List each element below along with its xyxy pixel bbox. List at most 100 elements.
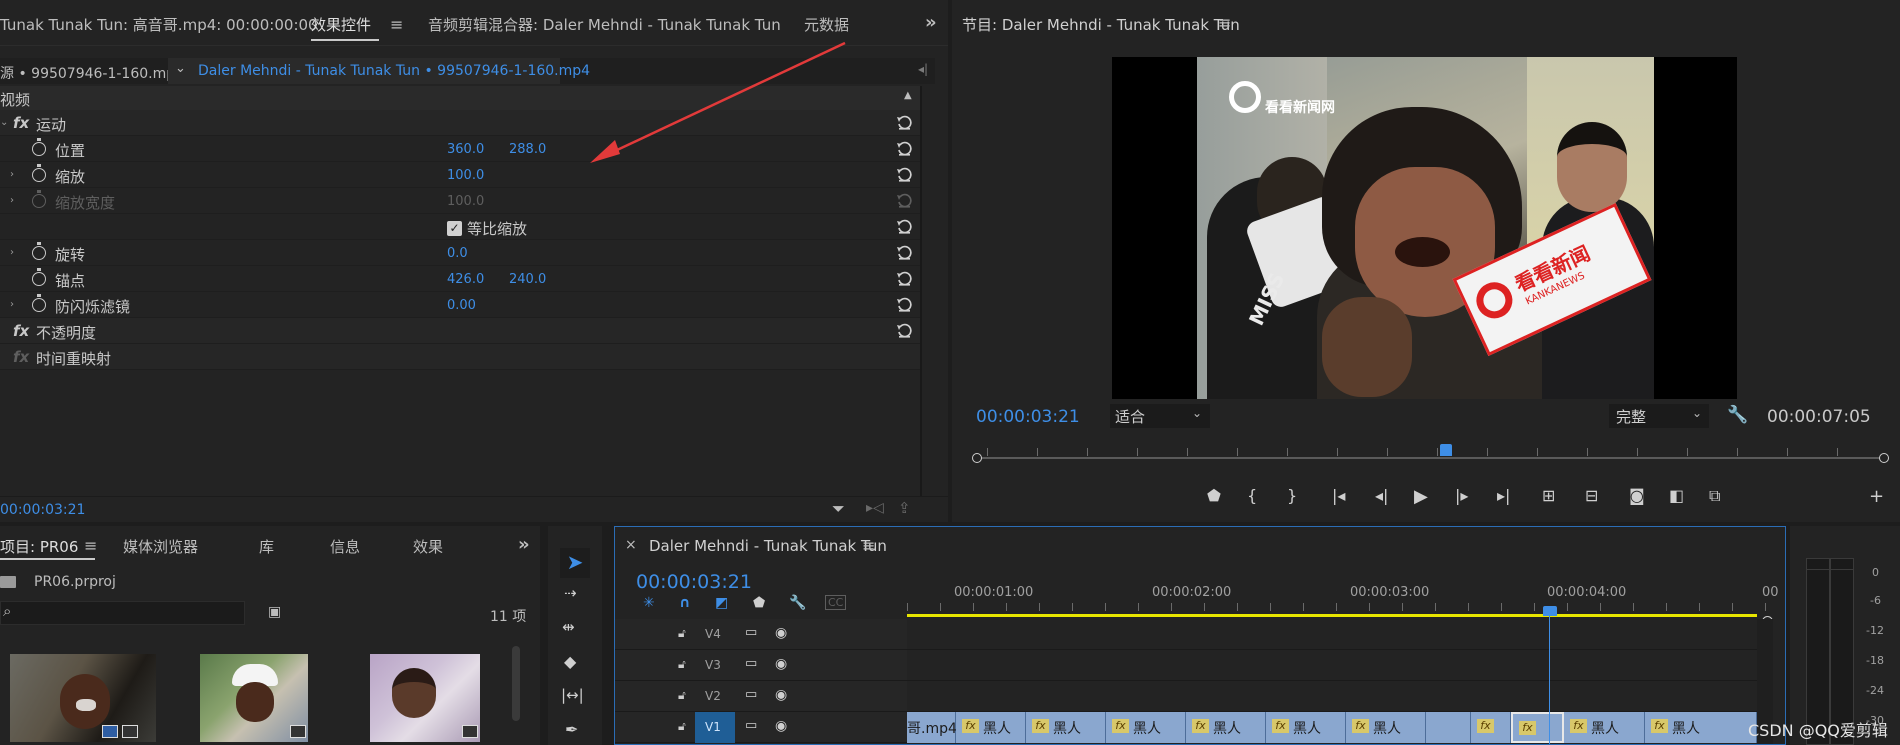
compare-icon[interactable]: ◧	[1669, 486, 1684, 505]
lift-icon[interactable]: ⊞	[1542, 486, 1555, 505]
timeline-title[interactable]: Daler Mehndi - Tunak Tunak Tun	[649, 537, 887, 555]
tab-media-browser[interactable]: 媒体浏览器	[123, 536, 198, 557]
time-ruler[interactable]: 00:00:01:00 00:00:02:00 00:00:03:00 00:0…	[907, 579, 1779, 627]
param-value-y[interactable]: 240.0	[509, 272, 546, 287]
clip[interactable]: fx	[1471, 712, 1511, 743]
sequence-clip-label[interactable]: Daler Mehndi - Tunak Tunak Tun • 9950794…	[198, 63, 590, 79]
project-search-input[interactable]	[0, 601, 245, 625]
camera-icon[interactable]: ◙	[1629, 486, 1645, 505]
nest-icon[interactable]: ✳	[643, 595, 655, 611]
export-icon[interactable]: ⇪	[898, 499, 911, 517]
fx-row-rotation[interactable]: › 旋转 0.0	[0, 240, 920, 266]
new-bin-icon[interactable]: ▣	[268, 604, 281, 620]
fx-row-uniform-scale[interactable]: ✓ 等比缩放	[0, 214, 920, 240]
lane-v1[interactable]: 哥.mp4 fx 黑人 fx 黑人 fx 黑人 fx 黑人 fx 黑人 fx 黑人 fx f…	[907, 712, 1773, 743]
snap-icon[interactable]: ∩	[679, 595, 690, 611]
captions-icon[interactable]: CC	[825, 595, 847, 610]
lane-v3[interactable]	[907, 650, 1773, 681]
eye-icon[interactable]: ◉	[775, 625, 787, 641]
in-handle[interactable]	[972, 453, 982, 463]
film-icon[interactable]: ▭	[745, 625, 757, 640]
reset-icon[interactable]	[896, 323, 912, 343]
stopwatch-icon[interactable]	[32, 268, 46, 286]
clip[interactable]: fx 黑人	[956, 712, 1026, 743]
tab-source[interactable]: Tunak Tunak Tun: 高音哥.mp4: 00:00:00:00	[0, 14, 318, 35]
fx-timecode[interactable]: 00:00:03:21	[0, 502, 85, 518]
step-forward-icon[interactable]: |▸	[1455, 486, 1468, 505]
param-value[interactable]: 0.0	[447, 246, 468, 261]
chevron-down-icon[interactable]: ⌄	[1192, 406, 1202, 420]
linked-selection-icon[interactable]: ◩	[715, 595, 728, 611]
filter-icon[interactable]: ⏷	[832, 499, 845, 519]
mark-out-icon[interactable]: }	[1287, 486, 1297, 505]
timeline-timecode[interactable]: 00:00:03:21	[636, 571, 752, 593]
reset-icon[interactable]	[896, 297, 912, 317]
track-label[interactable]: V1	[705, 720, 721, 734]
quality-label[interactable]: 完整	[1616, 406, 1646, 427]
twirl-closed-icon[interactable]: ›	[10, 169, 14, 180]
more-tabs-icon[interactable]: »	[518, 534, 530, 555]
film-icon[interactable]: ▭	[745, 656, 757, 671]
eye-icon[interactable]: ◉	[775, 687, 787, 703]
tab-libraries[interactable]: 库	[259, 536, 274, 557]
fx-row-anchor[interactable]: 锚点 426.0 240.0	[0, 266, 920, 292]
panel-menu-icon[interactable]: ≡	[84, 536, 97, 555]
slip-tool-icon[interactable]: |↔|	[561, 686, 584, 704]
tab-effects[interactable]: 效果	[413, 536, 443, 557]
fx-row-time-remap[interactable]: fx 时间重映射	[0, 344, 920, 370]
track-header-v2[interactable]: 🔓︎ V2 ▭ ◉	[615, 681, 907, 712]
thumbnail-2[interactable]	[200, 654, 308, 742]
track-label[interactable]: V2	[705, 689, 721, 703]
selection-tool-icon[interactable]: ➤	[560, 548, 590, 578]
track-header-v1[interactable]: 🔓︎ V1 ▭ ◉	[615, 712, 907, 743]
stopwatch-icon[interactable]	[32, 164, 46, 182]
reset-icon[interactable]	[896, 245, 912, 265]
play-audio-icon[interactable]: ▸◁	[866, 500, 884, 516]
thumbnail-3[interactable]	[370, 654, 480, 742]
thumbnail-1[interactable]	[10, 654, 156, 742]
tab-metadata[interactable]: 元数据	[804, 14, 849, 35]
fx-row-antiflicker[interactable]: › 防闪烁滤镜 0.00	[0, 292, 920, 318]
close-icon[interactable]: ×	[625, 537, 637, 553]
lock-icon[interactable]: 🔓︎	[678, 626, 686, 641]
twirl-open-icon[interactable]: ⌄	[0, 117, 8, 128]
razor-tool-icon[interactable]: ◆	[564, 652, 576, 671]
film-icon[interactable]: ▭	[745, 687, 757, 702]
chevron-down-icon[interactable]: ⌄	[1692, 406, 1702, 420]
param-value-x[interactable]: 426.0	[447, 272, 484, 287]
eye-icon[interactable]: ◉	[775, 656, 787, 672]
clip[interactable]: fx 黑人	[1106, 712, 1186, 743]
param-value-x[interactable]: 360.0	[447, 142, 484, 157]
twirl-closed-icon[interactable]: ›	[10, 247, 14, 258]
twirl-closed-icon[interactable]: ›	[10, 299, 14, 310]
reset-icon[interactable]	[896, 141, 912, 161]
tab-info[interactable]: 信息	[330, 536, 360, 557]
fx-row-opacity[interactable]: fx 不透明度	[0, 318, 920, 344]
extract-icon[interactable]: ⊟	[1585, 486, 1598, 505]
add-marker-icon[interactable]: ⬟	[1207, 486, 1221, 505]
lane-v2[interactable]	[907, 681, 1773, 712]
clip[interactable]: 哥.mp4	[907, 712, 957, 743]
track-header-v4[interactable]: 🔓︎ V4 ▭ ◉	[615, 619, 907, 650]
ripple-edit-tool-icon[interactable]: ⇹	[562, 618, 575, 636]
clip[interactable]: fx 黑人	[1564, 712, 1645, 743]
uniform-scale-checkbox[interactable]: ✓	[447, 221, 462, 236]
reset-icon[interactable]	[896, 167, 912, 187]
program-title[interactable]: 节目: Daler Mehndi - Tunak Tunak Tun	[962, 14, 1240, 35]
lock-icon[interactable]: 🔓︎	[678, 657, 686, 672]
clip[interactable]: fx 黑人	[1026, 712, 1106, 743]
lock-icon[interactable]: 🔓︎	[678, 688, 686, 703]
track-label[interactable]: V4	[705, 627, 721, 641]
program-timecode[interactable]: 00:00:03:21	[976, 407, 1080, 427]
param-value[interactable]: 0.00	[447, 298, 476, 313]
more-tabs-icon[interactable]: »	[925, 12, 937, 33]
clip[interactable]: fx 黑人	[1346, 712, 1426, 743]
panel-menu-icon[interactable]: ≡	[862, 536, 875, 555]
add-button-icon[interactable]: +	[1869, 486, 1884, 507]
stopwatch-icon[interactable]	[32, 294, 46, 312]
work-area-bar[interactable]	[907, 614, 1757, 617]
panel-menu-icon[interactable]: ≡	[390, 15, 403, 34]
panel-menu-icon[interactable]: ≡	[1218, 13, 1231, 32]
film-icon[interactable]: ▭	[745, 718, 757, 733]
clip-selected[interactable]: fx	[1511, 712, 1564, 743]
